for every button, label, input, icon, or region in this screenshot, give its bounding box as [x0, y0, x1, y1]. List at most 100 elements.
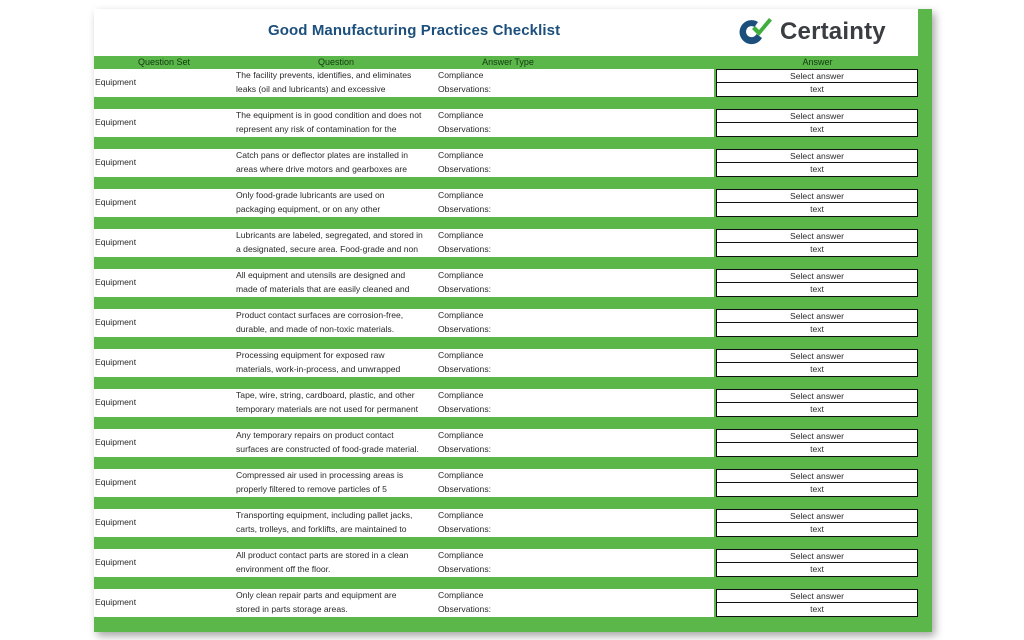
- select-answer-dropdown[interactable]: Select answer: [717, 150, 917, 163]
- answer-type-cell: Compliance Observations:: [438, 309, 714, 336]
- question-cell: Product contact surfaces are corrosion-f…: [236, 309, 436, 336]
- answer-type-compliance: Compliance: [438, 310, 484, 320]
- question-set-cell: Equipment: [95, 77, 137, 87]
- select-answer-dropdown[interactable]: Select answer: [717, 550, 917, 563]
- question-set-cell: Equipment: [95, 357, 137, 367]
- select-answer-dropdown[interactable]: Select answer: [717, 390, 917, 403]
- question-line: Catch pans or deflector plates are insta…: [236, 150, 408, 160]
- question-set-cell: Equipment: [95, 517, 137, 527]
- question-cell: The equipment is in good condition and d…: [236, 109, 436, 136]
- checklist-row: Equipment Product contact surfaces are c…: [94, 309, 932, 337]
- observations-text-input[interactable]: text: [717, 243, 917, 256]
- question-set-cell: Equipment: [95, 437, 137, 447]
- column-header-question-set: Question Set: [137, 57, 191, 67]
- checklist-row: Equipment Only food-grade lubricants are…: [94, 189, 932, 217]
- question-set-cell: Equipment: [95, 557, 137, 567]
- observations-text-input[interactable]: text: [717, 363, 917, 376]
- answer-type-cell: Compliance Observations:: [438, 229, 714, 256]
- answer-type-observations: Observations:: [438, 563, 492, 574]
- question-cell: Compressed air used in processing areas …: [236, 469, 436, 496]
- observations-text-input[interactable]: text: [717, 323, 917, 336]
- observations-text-input[interactable]: text: [717, 163, 917, 176]
- answer-box: Select answer text: [716, 189, 918, 217]
- answer-type-compliance: Compliance: [438, 550, 484, 560]
- answer-type-cell: Compliance Observations:: [438, 509, 714, 536]
- checklist-row: Equipment Only clean repair parts and eq…: [94, 589, 932, 617]
- checklist-row: Equipment All product contact parts are …: [94, 549, 932, 577]
- checklist-row: Equipment Tape, wire, string, cardboard,…: [94, 389, 932, 417]
- question-line: packaging equipment, or on any other: [236, 203, 381, 214]
- observations-text-input[interactable]: text: [717, 203, 917, 216]
- answer-type-observations: Observations:: [438, 363, 492, 374]
- question-line: represent any risk of contamination for …: [236, 123, 397, 134]
- question-set-cell: Equipment: [95, 117, 137, 127]
- observations-text-input[interactable]: text: [717, 523, 917, 536]
- column-header-answer-type: Answer Type: [482, 57, 534, 67]
- question-line: Any temporary repairs on product contact: [236, 430, 394, 440]
- select-answer-dropdown[interactable]: Select answer: [717, 430, 917, 443]
- observations-text-input[interactable]: text: [717, 83, 917, 96]
- question-line: made of materials that are easily cleane…: [236, 283, 410, 294]
- observations-text-input[interactable]: text: [717, 483, 917, 496]
- question-set-cell: Equipment: [95, 277, 137, 287]
- answer-type-cell: Compliance Observations:: [438, 429, 714, 456]
- observations-text-input[interactable]: text: [717, 443, 917, 456]
- select-answer-dropdown[interactable]: Select answer: [717, 510, 917, 523]
- answer-type-compliance: Compliance: [438, 510, 484, 520]
- question-line: Lubricants are labeled, segregated, and …: [236, 230, 423, 240]
- question-line: durable, and made of non-toxic materials…: [236, 323, 395, 334]
- answer-box: Select answer text: [716, 309, 918, 337]
- select-answer-dropdown[interactable]: Select answer: [717, 190, 917, 203]
- question-line: Only clean repair parts and equipment ar…: [236, 590, 397, 600]
- question-line: carts, trolleys, and forklifts, are main…: [236, 523, 407, 534]
- answer-type-cell: Compliance Observations:: [438, 549, 714, 576]
- answer-box: Select answer text: [716, 469, 918, 497]
- answer-type-compliance: Compliance: [438, 430, 484, 440]
- observations-text-input[interactable]: text: [717, 563, 917, 576]
- question-line: properly filtered to remove particles of…: [236, 483, 387, 494]
- question-line: Only food-grade lubricants are used on: [236, 190, 385, 200]
- select-answer-dropdown[interactable]: Select answer: [717, 350, 917, 363]
- question-cell: Only clean repair parts and equipment ar…: [236, 589, 436, 616]
- answer-type-observations: Observations:: [438, 283, 492, 294]
- checklist-row: Equipment The equipment is in good condi…: [94, 109, 932, 137]
- question-cell: Transporting equipment, including pallet…: [236, 509, 436, 536]
- answer-type-observations: Observations:: [438, 323, 492, 334]
- question-line: surfaces are constructed of food-grade m…: [236, 443, 419, 454]
- question-line: Transporting equipment, including pallet…: [236, 510, 413, 520]
- observations-text-input[interactable]: text: [717, 283, 917, 296]
- answer-type-compliance: Compliance: [438, 70, 484, 80]
- observations-text-input[interactable]: text: [717, 603, 917, 616]
- select-answer-dropdown[interactable]: Select answer: [717, 470, 917, 483]
- answer-type-compliance: Compliance: [438, 110, 484, 120]
- answer-type-compliance: Compliance: [438, 150, 484, 160]
- answer-box: Select answer text: [716, 389, 918, 417]
- checklist-sheet: Good Manufacturing Practices Checklist C…: [94, 9, 932, 632]
- answer-type-observations: Observations:: [438, 163, 492, 174]
- answer-type-cell: Compliance Observations:: [438, 149, 714, 176]
- answer-type-observations: Observations:: [438, 523, 492, 534]
- select-answer-dropdown[interactable]: Select answer: [717, 70, 917, 83]
- observations-text-input[interactable]: text: [717, 403, 917, 416]
- select-answer-dropdown[interactable]: Select answer: [717, 110, 917, 123]
- select-answer-dropdown[interactable]: Select answer: [717, 310, 917, 323]
- question-line: Compressed air used in processing areas …: [236, 470, 404, 480]
- select-answer-dropdown[interactable]: Select answer: [717, 230, 917, 243]
- logo-text: Certainty: [780, 18, 886, 45]
- checklist-row: Equipment Catch pans or deflector plates…: [94, 149, 932, 177]
- select-answer-dropdown[interactable]: Select answer: [717, 270, 917, 283]
- answer-type-compliance: Compliance: [438, 190, 484, 200]
- observations-text-input[interactable]: text: [717, 123, 917, 136]
- question-set-cell: Equipment: [95, 317, 137, 327]
- question-set-cell: Equipment: [95, 597, 137, 607]
- column-header-question: Question: [317, 57, 355, 67]
- question-set-cell: Equipment: [95, 237, 137, 247]
- answer-type-observations: Observations:: [438, 603, 492, 614]
- question-cell: The facility prevents, identifies, and e…: [236, 69, 436, 96]
- select-answer-dropdown[interactable]: Select answer: [717, 590, 917, 603]
- question-cell: All product contact parts are stored in …: [236, 549, 436, 576]
- question-line: stored in parts storage areas.: [236, 603, 348, 614]
- question-cell: Only food-grade lubricants are used on p…: [236, 189, 436, 216]
- answer-type-cell: Compliance Observations:: [438, 69, 714, 96]
- question-cell: Processing equipment for exposed raw mat…: [236, 349, 436, 376]
